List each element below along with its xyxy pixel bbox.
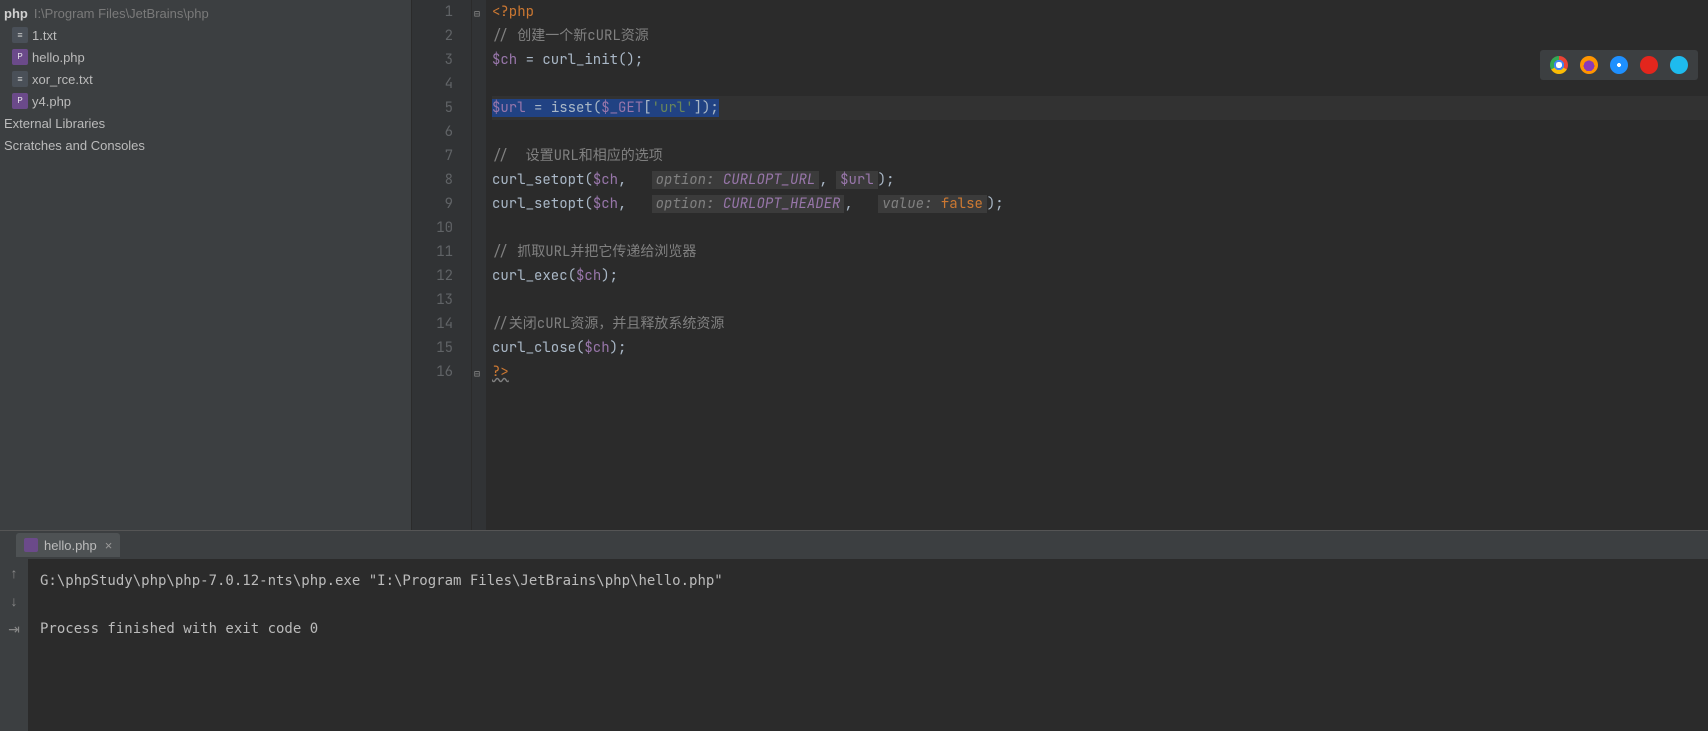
chrome-icon[interactable]: [1550, 56, 1568, 74]
run-tab[interactable]: hello.php ×: [16, 533, 120, 557]
line-number: 16: [412, 360, 453, 384]
external-libraries[interactable]: External Libraries: [0, 112, 411, 134]
code-comment: // 设置URL和相应的选项: [492, 147, 663, 165]
console-output[interactable]: G:\phpStudy\php\php-7.0.12-nts\php.exe "…: [28, 559, 1708, 731]
console-line: G:\phpStudy\php\php-7.0.12-nts\php.exe "…: [40, 573, 723, 589]
line-number: 11: [412, 240, 453, 264]
run-tab-label: hello.php: [44, 538, 97, 553]
file-item[interactable]: ≡ 1.txt: [0, 24, 411, 46]
firefox-icon[interactable]: [1580, 56, 1598, 74]
line-number: 3: [412, 48, 453, 72]
browser-preview-icons: [1540, 50, 1698, 80]
file-label: y4.php: [32, 94, 71, 109]
file-label: xor_rce.txt: [32, 72, 93, 87]
run-tab-bar: hello.php ×: [0, 531, 1708, 559]
fold-close-icon[interactable]: ⊟: [474, 362, 480, 386]
run-panel: hello.php × ↑ ↓ ⇥ G:\phpStudy\php\php-7.…: [0, 530, 1708, 731]
line-number: 8: [412, 168, 453, 192]
project-name: php: [4, 6, 28, 21]
ie-icon[interactable]: [1670, 56, 1688, 74]
down-arrow-icon[interactable]: ↓: [11, 593, 18, 609]
opera-icon[interactable]: [1640, 56, 1658, 74]
line-number: 5: [412, 96, 453, 120]
scratches-consoles[interactable]: Scratches and Consoles: [0, 134, 411, 156]
code-token: $url: [492, 99, 526, 117]
param-hint: value:: [882, 195, 932, 213]
code-comment: //关闭cURL资源，并且释放系统资源: [492, 315, 724, 333]
node-label: Scratches and Consoles: [4, 138, 145, 153]
project-sidebar: php I:\Program Files\JetBrains\php ≡ 1.t…: [0, 0, 412, 530]
code-comment: // 创建一个新cURL资源: [492, 27, 649, 45]
line-number: 6: [412, 120, 453, 144]
line-number: 1: [412, 0, 453, 24]
php-file-icon: P: [12, 49, 28, 65]
line-number: 13: [412, 288, 453, 312]
code-comment: // 抓取URL并把它传递给浏览器: [492, 243, 696, 261]
safari-icon[interactable]: [1610, 56, 1628, 74]
php-file-icon: [24, 538, 38, 552]
file-label: 1.txt: [32, 28, 57, 43]
code-token: <?php: [492, 3, 534, 21]
file-label: hello.php: [32, 50, 85, 65]
file-item[interactable]: ≡ xor_rce.txt: [0, 68, 411, 90]
line-number: 12: [412, 264, 453, 288]
file-item[interactable]: P y4.php: [0, 90, 411, 112]
line-number: 2: [412, 24, 453, 48]
up-arrow-icon[interactable]: ↑: [11, 565, 18, 581]
node-label: External Libraries: [4, 116, 105, 131]
line-number: 14: [412, 312, 453, 336]
console-line: Process finished with exit code 0: [40, 621, 318, 637]
php-file-icon: P: [12, 93, 28, 109]
project-path: I:\Program Files\JetBrains\php: [34, 6, 209, 21]
close-icon[interactable]: ×: [105, 538, 113, 553]
file-item[interactable]: P hello.php: [0, 46, 411, 68]
code-editor[interactable]: 1 2 3 4 5 6 7 8 9 10 11 12 13 14 15 16 ⊟…: [412, 0, 1708, 530]
line-number: 9: [412, 192, 453, 216]
code-area[interactable]: <?php // 创建一个新cURL资源 $ch = curl_init(); …: [486, 0, 1708, 530]
project-root[interactable]: php I:\Program Files\JetBrains\php: [0, 2, 411, 24]
line-number: 15: [412, 336, 453, 360]
txt-file-icon: ≡: [12, 71, 28, 87]
wrap-icon[interactable]: ⇥: [8, 621, 20, 638]
run-toolbar: ↑ ↓ ⇥: [0, 559, 28, 731]
txt-file-icon: ≡: [12, 27, 28, 43]
code-token: $ch: [492, 51, 517, 69]
line-number-gutter: 1 2 3 4 5 6 7 8 9 10 11 12 13 14 15 16: [412, 0, 472, 530]
param-hint: option:: [656, 171, 715, 189]
code-token: ?>: [492, 363, 509, 381]
line-number: 4: [412, 72, 453, 96]
fold-open-icon[interactable]: ⊟: [474, 2, 480, 26]
fold-column: ⊟ ⊟: [472, 0, 486, 530]
param-hint: option:: [656, 195, 715, 213]
line-number: 10: [412, 216, 453, 240]
code-token: curl_init: [542, 51, 618, 69]
line-number: 7: [412, 144, 453, 168]
